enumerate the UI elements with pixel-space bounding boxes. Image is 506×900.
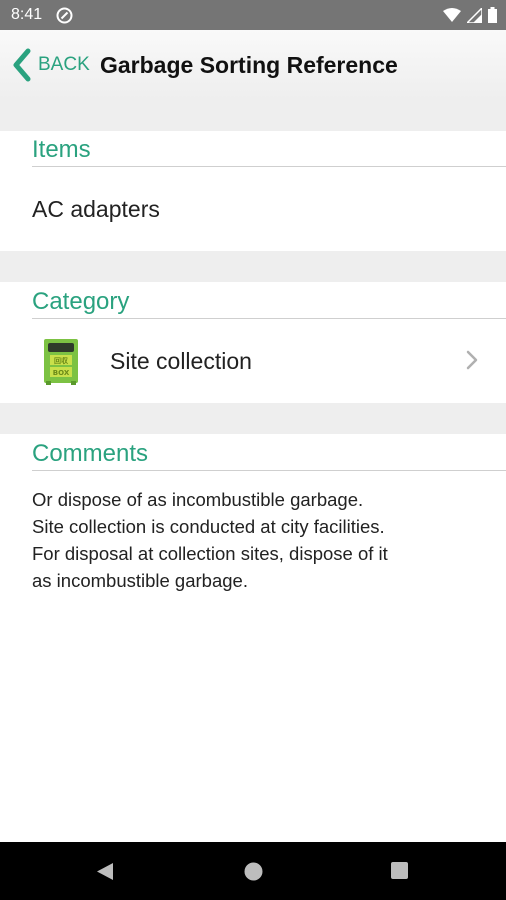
- app-bar: BACK Garbage Sorting Reference: [0, 30, 506, 100]
- comment-line: Or dispose of as incombustible garbage.: [32, 489, 364, 510]
- app-notification-icon: [56, 7, 73, 24]
- comments-section-header: Comments: [32, 435, 506, 471]
- back-triangle-icon[interactable]: [96, 862, 114, 881]
- status-bar: 8:41: [0, 0, 506, 30]
- chevron-right-icon: [466, 350, 478, 370]
- box-icon-text-bottom: BOX: [53, 369, 70, 377]
- status-time: 8:41: [11, 6, 43, 23]
- box-icon-text-top: 回収: [54, 356, 69, 365]
- wifi-icon: [443, 7, 461, 22]
- signal-icon: [467, 7, 482, 23]
- section-divider: [0, 251, 506, 282]
- battery-icon: [488, 7, 497, 23]
- section-divider: [0, 100, 506, 131]
- items-section-header: Items: [32, 131, 506, 167]
- back-button[interactable]: BACK: [12, 48, 90, 82]
- comment-line: as incombustible garbage.: [32, 570, 248, 591]
- comments-text: Or dispose of as incombustible garbage. …: [32, 486, 482, 594]
- page-title: Garbage Sorting Reference: [100, 52, 398, 78]
- home-circle-icon[interactable]: [244, 862, 263, 881]
- chevron-left-icon: [13, 48, 31, 82]
- items-heading: Items: [32, 136, 91, 163]
- comment-line: Site collection is conducted at city fac…: [32, 516, 385, 537]
- category-label: Site collection: [110, 348, 252, 374]
- status-icons: [443, 7, 497, 23]
- section-divider: [0, 403, 506, 434]
- category-row[interactable]: 回収 BOX Site collection: [0, 319, 506, 403]
- item-name: AC adapters: [32, 196, 160, 222]
- back-label: BACK: [38, 54, 90, 75]
- navigation-bar: [0, 842, 506, 900]
- recents-square-icon[interactable]: [391, 862, 408, 879]
- collection-box-icon: 回収 BOX: [44, 339, 78, 385]
- comment-line: For disposal at collection sites, dispos…: [32, 543, 388, 564]
- category-heading: Category: [32, 288, 130, 315]
- comments-heading: Comments: [32, 440, 149, 467]
- category-section-header: Category: [32, 283, 506, 319]
